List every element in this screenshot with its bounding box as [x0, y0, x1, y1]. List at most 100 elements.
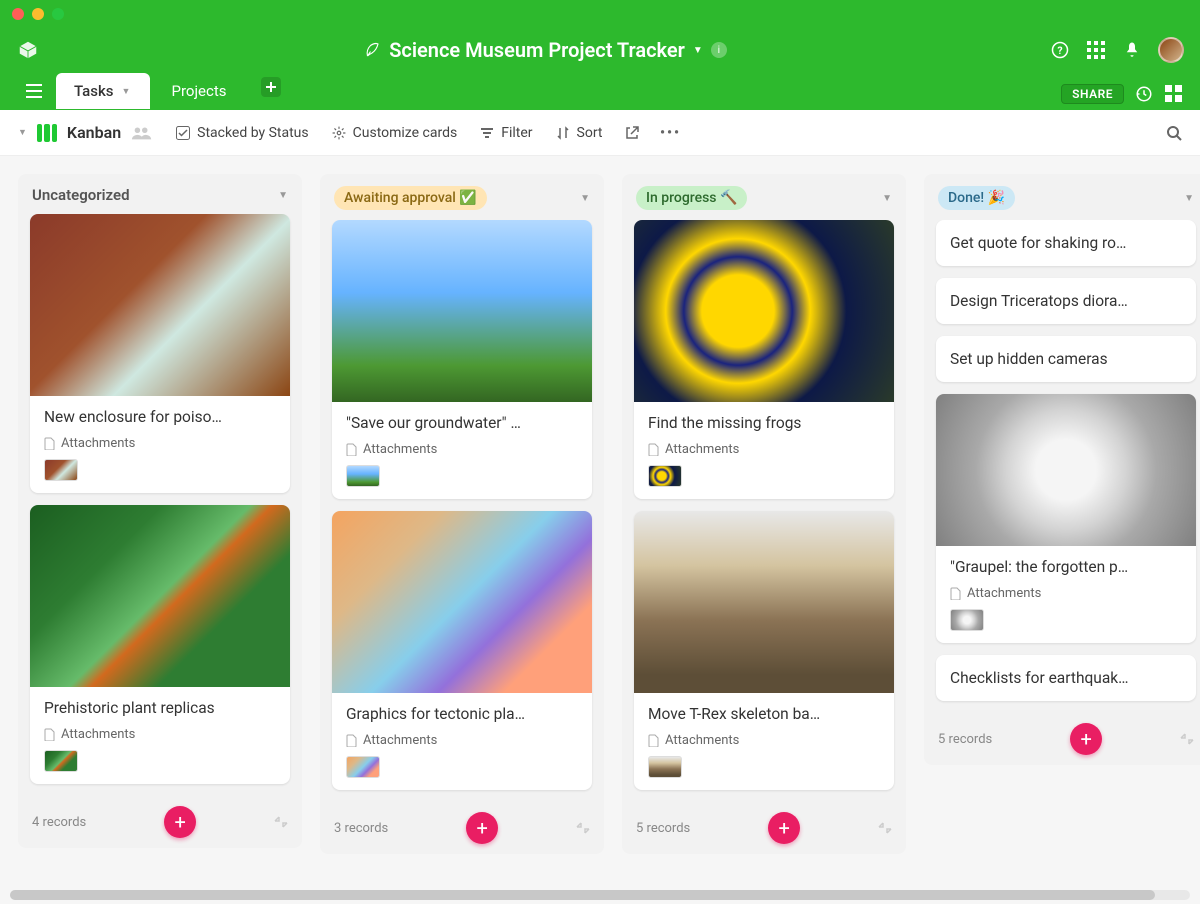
horizontal-scrollbar-thumb[interactable]	[10, 890, 1155, 900]
kanban-board: Uncategorized ▼ New enclosure for poiso…At…	[0, 156, 1200, 888]
history-icon[interactable]	[1134, 84, 1154, 104]
attachment-icon	[950, 587, 961, 600]
column-title: Uncategorized	[32, 186, 130, 204]
card-cover-image	[30, 214, 290, 396]
collapse-column-button[interactable]	[274, 815, 288, 829]
customize-cards-button[interactable]: Customize cards	[331, 125, 458, 141]
card-title: Get quote for shaking ro…	[950, 234, 1182, 252]
tab-label: Tasks	[74, 82, 114, 100]
view-toolbar: ▼ Kanban Stacked by Status Customize car…	[0, 110, 1200, 156]
record-count: 5 records	[938, 732, 992, 747]
checkbox-icon	[175, 125, 191, 141]
column-cards: Get quote for shaking ro… Design Tricerat…	[924, 220, 1200, 713]
card-attachments-row: Attachments	[346, 733, 578, 748]
card-title: "Graupel: the forgotten p…	[950, 558, 1182, 576]
kanban-card[interactable]: Set up hidden cameras	[936, 336, 1196, 382]
card-attachments-row: Attachments	[648, 733, 880, 748]
stacked-by-button[interactable]: Stacked by Status	[175, 125, 309, 141]
add-card-button[interactable]: +	[164, 806, 196, 838]
record-count: 5 records	[636, 821, 690, 836]
attachment-icon	[44, 437, 55, 450]
card-attachments-row: Attachments	[44, 727, 276, 742]
collapse-column-button[interactable]	[878, 821, 892, 835]
record-count: 4 records	[32, 815, 86, 830]
window-maximize-button[interactable]	[52, 8, 64, 20]
column-footer: 5 records +	[622, 802, 906, 854]
user-avatar[interactable]	[1158, 37, 1184, 63]
tab-dropdown-icon[interactable]: ▼	[122, 86, 132, 97]
kanban-column: Awaiting approval ✅▼"Save our groundwate…	[320, 174, 604, 854]
views-dropdown-icon[interactable]: ▼	[18, 127, 27, 138]
attachment-thumbnail[interactable]	[44, 459, 78, 481]
attachment-thumbnail[interactable]	[346, 756, 380, 778]
sort-button[interactable]: Sort	[555, 125, 603, 141]
attachment-thumbnail[interactable]	[648, 465, 682, 487]
tab-tasks[interactable]: Tasks ▼	[56, 73, 150, 109]
tab-projects[interactable]: Projects	[154, 73, 245, 109]
search-button[interactable]	[1166, 125, 1182, 141]
customize-label: Customize cards	[353, 125, 458, 141]
ellipsis-icon: •••	[662, 125, 678, 141]
collapse-column-button[interactable]	[576, 821, 590, 835]
blocks-icon[interactable]	[1164, 84, 1184, 104]
column-menu-button[interactable]: ▼	[1184, 193, 1194, 204]
column-header: Awaiting approval ✅▼	[320, 174, 604, 220]
help-icon[interactable]: ?	[1050, 40, 1070, 60]
horizontal-scrollbar[interactable]	[10, 890, 1190, 900]
kanban-card[interactable]: Graphics for tectonic pla…Attachments	[332, 511, 592, 790]
column-cards: New enclosure for poiso…AttachmentsPrehi…	[18, 214, 302, 796]
attachment-thumbnail[interactable]	[648, 756, 682, 778]
kanban-card[interactable]: Design Triceratops diora…	[936, 278, 1196, 324]
notifications-bell-icon[interactable]	[1122, 40, 1142, 60]
add-tab-button[interactable]	[261, 77, 281, 97]
title-dropdown-icon[interactable]: ▼	[693, 45, 703, 56]
card-cover-image	[332, 511, 592, 693]
view-name[interactable]: Kanban	[67, 123, 121, 142]
kanban-card[interactable]: Prehistoric plant replicas Attachments	[30, 505, 290, 784]
kanban-card[interactable]: "Save our groundwater" … Attachments	[332, 220, 592, 499]
add-card-button[interactable]: +	[768, 812, 800, 844]
window-close-button[interactable]	[12, 8, 24, 20]
add-card-button[interactable]: +	[1070, 723, 1102, 755]
filter-button[interactable]: Filter	[479, 125, 532, 141]
app-logo-icon[interactable]	[16, 38, 40, 62]
search-icon	[1166, 125, 1182, 141]
column-footer: 3 records+	[320, 802, 604, 854]
card-title: Checklists for earthquak…	[950, 669, 1182, 687]
add-card-button[interactable]: +	[466, 812, 498, 844]
attachment-thumbnail[interactable]	[950, 609, 984, 631]
share-button[interactable]: SHARE	[1061, 84, 1124, 104]
card-attachments-row: Attachments	[44, 436, 276, 451]
info-icon[interactable]: i	[711, 42, 727, 58]
tab-bar: Tasks ▼ Projects SHARE	[0, 72, 1200, 110]
app-header: Science Museum Project Tracker ▼ i ?	[0, 28, 1200, 72]
column-menu-button[interactable]: ▼	[580, 193, 590, 204]
card-title: "Save our groundwater" …	[346, 414, 578, 432]
card-title: Prehistoric plant replicas	[44, 699, 276, 717]
window-minimize-button[interactable]	[32, 8, 44, 20]
attachments-label: Attachments	[61, 436, 135, 451]
window-chrome	[0, 0, 1200, 28]
card-attachments-row: Attachments	[346, 442, 578, 457]
kanban-card[interactable]: Find the missing frogsAttachments	[634, 220, 894, 499]
collapse-column-button[interactable]	[1180, 732, 1194, 746]
kanban-card[interactable]: "Graupel: the forgotten p…Attachments	[936, 394, 1196, 643]
attachment-thumbnail[interactable]	[44, 750, 78, 772]
column-menu-button[interactable]: ▼	[882, 193, 892, 204]
hamburger-menu-button[interactable]	[16, 72, 52, 110]
kanban-card[interactable]: Get quote for shaking ro…	[936, 220, 1196, 266]
card-cover-image	[634, 220, 894, 402]
column-status-pill: In progress 🔨	[636, 186, 747, 210]
kanban-card[interactable]: Checklists for earthquak…	[936, 655, 1196, 701]
kanban-card[interactable]: Move T-Rex skeleton ba…Attachments	[634, 511, 894, 790]
more-options-button[interactable]: •••	[662, 125, 678, 141]
apps-grid-icon[interactable]	[1086, 40, 1106, 60]
collaborators-icon[interactable]	[131, 125, 153, 141]
column-menu-button[interactable]: ▼	[278, 190, 288, 201]
kanban-column: In progress 🔨 ▼ Find the missing frogsAtta…	[622, 174, 906, 854]
attachment-thumbnail[interactable]	[346, 465, 380, 487]
stacked-by-label: Stacked by Status	[197, 125, 309, 141]
share-view-button[interactable]	[624, 125, 640, 141]
kanban-card[interactable]: New enclosure for poiso…Attachments	[30, 214, 290, 493]
filter-icon	[479, 125, 495, 141]
